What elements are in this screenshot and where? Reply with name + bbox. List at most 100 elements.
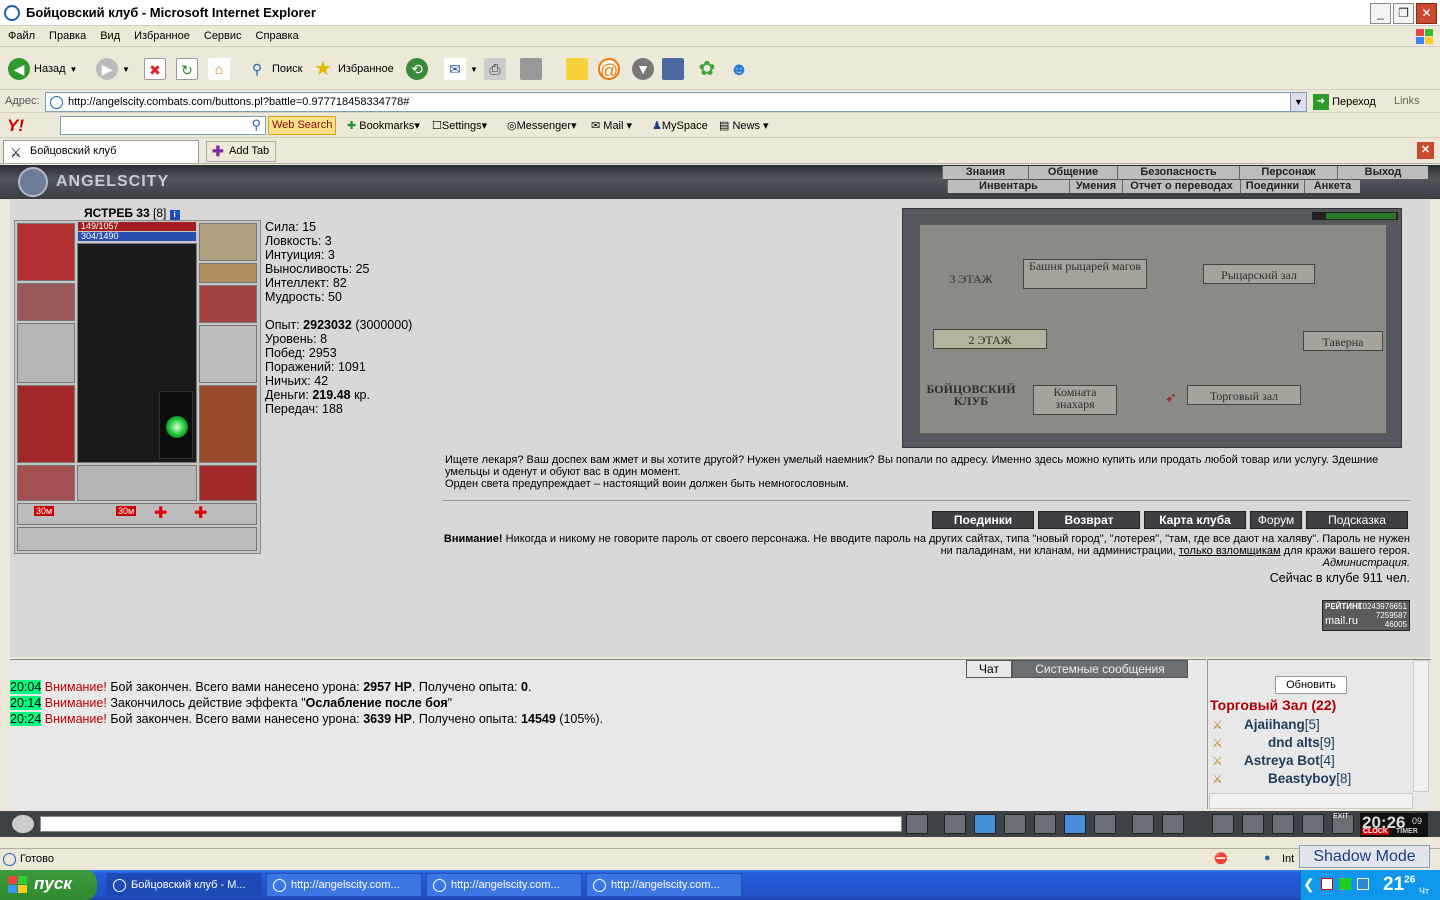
- magic-icon[interactable]: [1272, 814, 1294, 834]
- taskbar-item-angelscity-2[interactable]: http://angelscity.com...: [426, 873, 582, 897]
- nav-profile[interactable]: Анкета: [1304, 180, 1360, 193]
- forum-button[interactable]: Форум: [1250, 511, 1302, 529]
- scroll-icon[interactable]: [1242, 814, 1264, 834]
- stop-button[interactable]: ✖: [144, 56, 166, 82]
- fight-icon[interactable]: [1034, 814, 1056, 834]
- online-user[interactable]: Beastyboy[8]: [1268, 771, 1351, 786]
- minimize-button[interactable]: _: [1370, 3, 1391, 24]
- shadow-mode-badge[interactable]: Shadow Mode: [1299, 845, 1430, 868]
- menu-edit[interactable]: Правка: [41, 27, 92, 42]
- online-list-scrollbar[interactable]: [1413, 660, 1429, 792]
- go-button[interactable]: ➜ Переход: [1313, 94, 1376, 110]
- translate-icon[interactable]: [1064, 814, 1086, 834]
- send-icon[interactable]: [906, 814, 928, 834]
- taskbar-item-angelscity-3[interactable]: http://angelscity.com...: [586, 873, 742, 897]
- tray-app-icon[interactable]: [1321, 878, 1333, 890]
- menu-file[interactable]: Файл: [0, 27, 41, 42]
- return-button[interactable]: Возврат: [1038, 511, 1140, 529]
- chat-mode-icon[interactable]: [12, 815, 34, 833]
- yahoo-search-input[interactable]: ⚲: [60, 116, 266, 135]
- emotions-icon[interactable]: [1162, 814, 1184, 834]
- menu-help[interactable]: Справка: [248, 27, 305, 42]
- legs-slot[interactable]: [199, 385, 257, 463]
- refresh-button[interactable]: Обновить: [1275, 676, 1347, 694]
- close-tab-icon[interactable]: ✕: [1417, 142, 1434, 159]
- links-toolbar[interactable]: Links: [1394, 95, 1420, 107]
- messenger-button[interactable]: ☻: [728, 56, 750, 82]
- quick-items-row[interactable]: 30м 30м ✚ ✚: [17, 503, 257, 525]
- news-link[interactable]: ▤ News ▾: [719, 119, 769, 132]
- hackers-link[interactable]: только взломщикам: [1179, 545, 1281, 557]
- tray-app-icon[interactable]: [1339, 878, 1351, 890]
- tab-system-messages[interactable]: Системные сообщения: [1012, 660, 1188, 678]
- mailru-rating-counter[interactable]: РЕЙТИНГ 10243976651 7259587 46005 mail.r…: [1322, 600, 1410, 631]
- weapon-slot[interactable]: [17, 323, 75, 383]
- map-fight-club-link[interactable]: БОЙЦОВСКИЙ КЛУБ: [923, 383, 1019, 411]
- taskbar-item-angelscity-1[interactable]: http://angelscity.com...: [266, 873, 422, 897]
- close-button[interactable]: ✕: [1416, 3, 1437, 24]
- map-floor2-button[interactable]: 2 ЭТАЖ: [933, 329, 1047, 349]
- runes-slots[interactable]: [77, 465, 197, 501]
- messenger-link[interactable]: ◎Messenger▾: [507, 119, 577, 132]
- chat-input[interactable]: [40, 816, 902, 832]
- myspace-link[interactable]: ♟MySpace: [652, 119, 708, 132]
- bracers-slot[interactable]: [17, 283, 75, 321]
- favorites-button[interactable]: ★ Избранное: [312, 56, 394, 82]
- settings-button[interactable]: ☐Settings▾: [432, 119, 487, 132]
- amulet-slot[interactable]: [199, 223, 257, 261]
- back-button[interactable]: ◀ Назад ▼: [8, 56, 77, 82]
- rings-slot[interactable]: [199, 263, 257, 283]
- tab-chat[interactable]: Чат: [966, 660, 1012, 678]
- bag-items-row[interactable]: [17, 527, 257, 551]
- add-tab-button[interactable]: ✚ Add Tab: [206, 141, 277, 162]
- nav-duels[interactable]: Поединки: [1240, 180, 1304, 193]
- tab-fight-club[interactable]: ⚔ Бойцовский клуб: [3, 140, 199, 163]
- research-button[interactable]: [662, 56, 684, 82]
- eraser-icon[interactable]: [944, 814, 966, 834]
- duels-button[interactable]: Поединки: [932, 511, 1034, 529]
- online-user[interactable]: Ajaiihang[5]: [1244, 717, 1320, 732]
- mailru-button[interactable]: @: [598, 56, 620, 82]
- hint-button[interactable]: Подсказка: [1306, 511, 1408, 529]
- shield-slot[interactable]: [199, 325, 257, 383]
- taskbar-item-fight-club[interactable]: Бойцовский клуб - М...: [106, 873, 262, 897]
- nav-transfers-report[interactable]: Отчет о переводах: [1122, 180, 1240, 193]
- tray-expand-icon[interactable]: ❮: [1303, 876, 1315, 893]
- yahoo-logo[interactable]: Y!: [7, 116, 24, 136]
- map-room-healer[interactable]: Комната знахаря: [1033, 385, 1117, 415]
- friends-icon[interactable]: [1302, 814, 1324, 834]
- icq-button[interactable]: ✿: [696, 56, 718, 82]
- map-room-knights-hall[interactable]: Рыцарский зал: [1203, 264, 1315, 284]
- inventory-quick-icon[interactable]: [1212, 814, 1234, 834]
- nav-knowledge[interactable]: Знания: [942, 166, 1028, 179]
- map-room-tavern[interactable]: Таверна: [1303, 331, 1383, 351]
- tray-app-icon[interactable]: [1357, 878, 1369, 890]
- sound-icon[interactable]: [1094, 814, 1116, 834]
- mail-link[interactable]: ✉ Mail ▾: [591, 119, 632, 132]
- menu-tools[interactable]: Сервис: [196, 27, 248, 42]
- nav-skills[interactable]: Умения: [1069, 180, 1122, 193]
- info-icon[interactable]: i: [169, 210, 180, 220]
- filter-icon[interactable]: [974, 814, 996, 834]
- boots-slot[interactable]: [199, 465, 257, 501]
- online-user[interactable]: dnd alts[9]: [1268, 735, 1335, 750]
- start-button[interactable]: пуск: [0, 870, 97, 900]
- edit-button[interactable]: [520, 56, 542, 82]
- save-log-icon[interactable]: [1004, 814, 1026, 834]
- url-field[interactable]: http://angelscity.combats.com/buttons.pl…: [45, 92, 1307, 112]
- nav-character[interactable]: Персонаж: [1239, 166, 1337, 179]
- gloves-slot[interactable]: [199, 285, 257, 323]
- map-room-knights-mages-tower[interactable]: Башня рыцарей магов: [1023, 259, 1147, 289]
- web-search-button[interactable]: Web Search: [268, 116, 337, 135]
- bookmarks-button[interactable]: ✚ Bookmarks▾: [347, 119, 420, 132]
- club-map-button[interactable]: Карта клуба: [1144, 511, 1246, 529]
- smile-icon[interactable]: [1132, 814, 1154, 834]
- history-button[interactable]: ⟲: [406, 56, 428, 82]
- search-button[interactable]: ⚲ Поиск: [246, 56, 303, 82]
- menu-favorites[interactable]: Избранное: [126, 27, 196, 42]
- forward-button[interactable]: ▶ ▼: [96, 56, 130, 82]
- maximize-button[interactable]: ❐: [1393, 3, 1414, 24]
- print-button[interactable]: ⎙: [484, 56, 506, 82]
- url-dropdown-icon[interactable]: ▼: [1290, 93, 1306, 111]
- online-list-hscrollbar[interactable]: [1209, 793, 1413, 809]
